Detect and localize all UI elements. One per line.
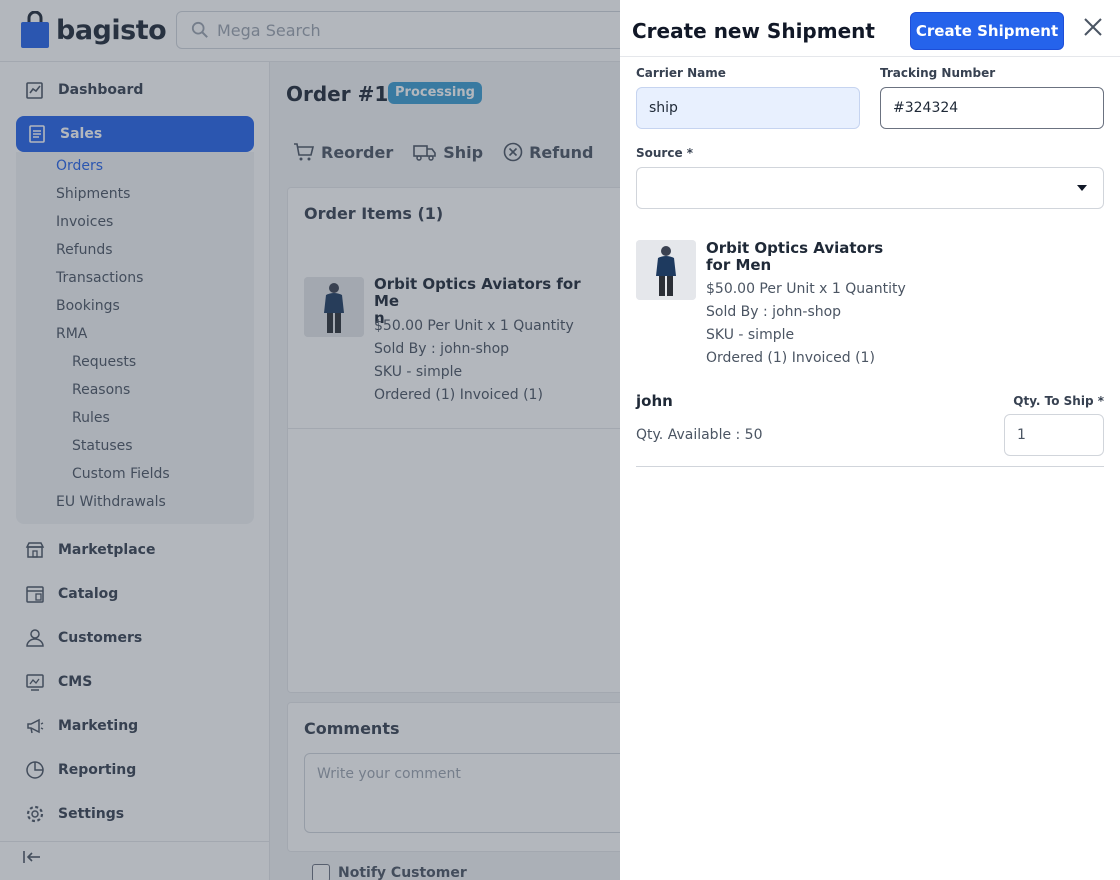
tracking-number-input[interactable] xyxy=(880,87,1104,129)
tracking-number-label: Tracking Number xyxy=(880,66,996,80)
source-select[interactable] xyxy=(636,167,1104,209)
carrier-name-label: Carrier Name xyxy=(636,66,726,80)
modal-overlay[interactable] xyxy=(0,0,620,880)
product-seller: Sold By : john-shop xyxy=(706,304,842,320)
product-ordered: Ordered (1) Invoiced (1) xyxy=(706,350,875,366)
product-price: $50.00 Per Unit x 1 Quantity xyxy=(706,281,906,297)
carrier-name-input[interactable] xyxy=(636,87,860,129)
product-thumbnail xyxy=(636,240,696,300)
chevron-down-icon xyxy=(1077,185,1087,191)
product-name: Orbit Optics Aviators for Men xyxy=(706,239,884,274)
product-sku: SKU - simple xyxy=(706,327,795,343)
section-divider xyxy=(636,466,1104,467)
qty-available: Qty. Available : 50 xyxy=(636,427,763,443)
qty-to-ship-input[interactable] xyxy=(1004,414,1104,456)
create-shipment-button[interactable]: Create Shipment xyxy=(910,12,1064,50)
inventory-source-name: john xyxy=(636,392,673,410)
create-shipment-drawer: Create new Shipment Create Shipment Carr… xyxy=(620,0,1120,880)
drawer-header: Create new Shipment Create Shipment xyxy=(620,0,1120,57)
source-label: Source * xyxy=(636,146,694,160)
drawer-title: Create new Shipment xyxy=(632,19,875,43)
close-icon[interactable] xyxy=(1080,14,1106,40)
qty-to-ship-label: Qty. To Ship * xyxy=(1013,394,1104,408)
